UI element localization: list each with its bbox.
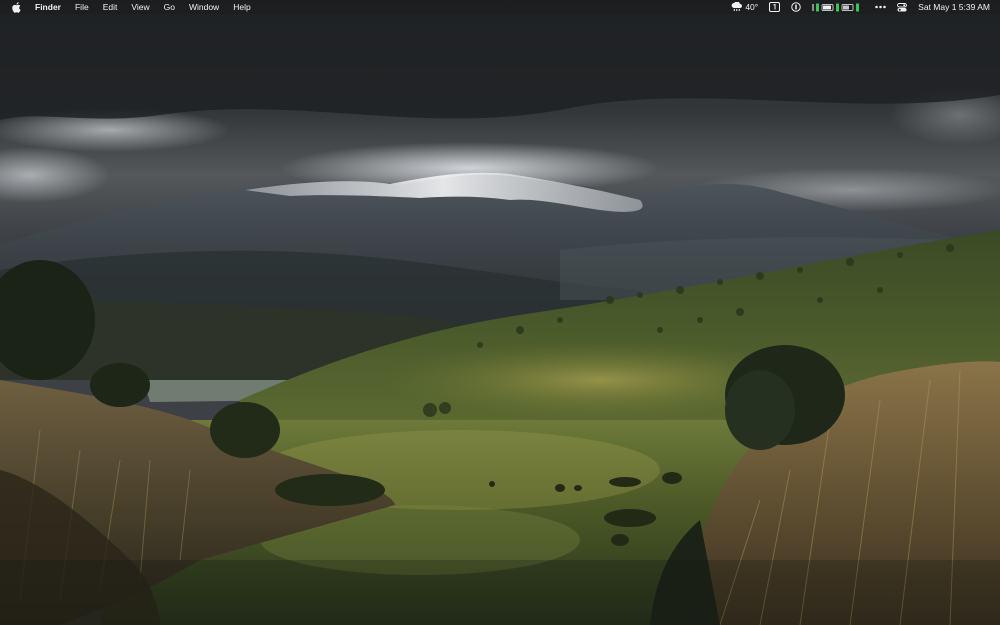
- menu-go[interactable]: Go: [164, 2, 175, 12]
- apple-logo-icon[interactable]: [11, 1, 21, 13]
- calendar-status[interactable]: [769, 2, 781, 12]
- menu-help[interactable]: Help: [233, 2, 250, 12]
- menu-clock[interactable]: Sat May 1 5:39 AM: [918, 2, 990, 12]
- wallpaper-image: [0, 0, 1000, 625]
- menu-window[interactable]: Window: [189, 2, 219, 12]
- more-status[interactable]: [875, 5, 886, 9]
- battery-status-icon: [812, 3, 860, 11]
- menu-bar-left: Finder File Edit View Go Window Help: [11, 0, 265, 14]
- menu-bar: Finder File Edit View Go Window Help 40°: [0, 0, 1000, 14]
- cloud-rain-icon: [731, 2, 743, 12]
- password-icon: [791, 2, 801, 12]
- weather-temperature: 40°: [745, 2, 759, 12]
- more-icon: [875, 5, 886, 9]
- menu-file[interactable]: File: [75, 2, 89, 12]
- menu-app-finder[interactable]: Finder: [35, 2, 61, 12]
- menu-bar-right: 40° Sat May 1 5:39 AM: [720, 0, 990, 14]
- menu-edit[interactable]: Edit: [103, 2, 118, 12]
- calendar-day-icon: [769, 2, 781, 12]
- control-center[interactable]: [897, 2, 908, 12]
- menu-view[interactable]: View: [131, 2, 149, 12]
- desktop: Finder File Edit View Go Window Help 40°: [0, 0, 1000, 625]
- weather-widget[interactable]: 40°: [731, 2, 758, 12]
- clock-datetime: Sat May 1 5:39 AM: [918, 2, 990, 12]
- password-manager-status[interactable]: [791, 2, 801, 12]
- control-center-icon: [897, 2, 908, 11]
- battery-status[interactable]: [812, 3, 864, 12]
